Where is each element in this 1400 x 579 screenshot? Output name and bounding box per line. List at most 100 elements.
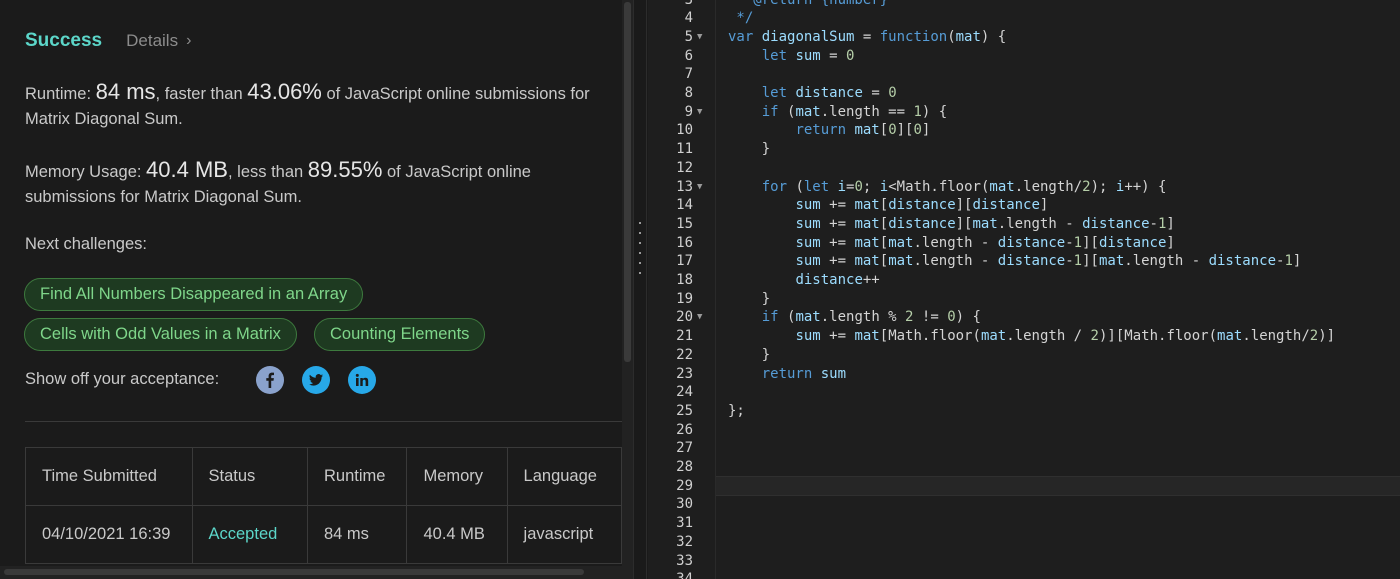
linkedin-icon[interactable] — [348, 366, 376, 394]
line-number: 13 — [676, 178, 693, 195]
cell-status-accepted[interactable]: Accepted — [191, 505, 308, 564]
status-line: Success Details › — [25, 30, 191, 52]
code-line[interactable]: } — [728, 290, 770, 309]
code-line[interactable]: } — [728, 140, 770, 159]
header-memory[interactable]: Memory — [406, 447, 508, 506]
runtime-value: 84 ms — [95, 79, 156, 104]
status-success: Success — [25, 30, 103, 51]
line-number: 29 — [676, 477, 693, 494]
cell-time-submitted: 04/10/2021 16:39 — [25, 505, 193, 564]
fold-arrow-icon[interactable]: ▼ — [697, 178, 702, 197]
line-number: 20 — [676, 309, 693, 326]
memory-mid: , less than — [227, 163, 308, 181]
twitter-icon[interactable] — [302, 366, 330, 394]
vertical-scrollbar[interactable] — [622, 0, 633, 579]
line-number-gutter: 345▼6789▼10111213▼14151617181920▼2122232… — [648, 0, 716, 579]
code-line[interactable]: }; — [728, 402, 745, 421]
line-number: 15 — [676, 215, 693, 232]
line-number: 9 — [684, 103, 693, 120]
line-number: 23 — [676, 365, 693, 382]
header-time-submitted[interactable]: Time Submitted — [25, 447, 193, 506]
details-link[interactable]: Details › — [126, 31, 191, 51]
code-line[interactable]: distance++ — [728, 271, 879, 290]
code-line[interactable]: for (let i=0; i<Math.floor(mat.length/2)… — [728, 178, 1167, 197]
submissions-table: Time Submitted Status Runtime Memory Lan… — [25, 447, 622, 564]
details-label: Details — [126, 31, 179, 50]
line-number: 25 — [676, 402, 693, 419]
header-status[interactable]: Status — [191, 447, 308, 506]
facebook-icon[interactable] — [256, 366, 284, 394]
table-row[interactable]: 04/10/2021 16:39 Accepted 84 ms 40.4 MB … — [25, 505, 622, 564]
code-line[interactable]: } — [728, 346, 770, 365]
line-number: 22 — [676, 346, 693, 363]
line-number: 12 — [676, 159, 693, 176]
code-editor[interactable]: 345▼6789▼10111213▼14151617181920▼2122232… — [648, 0, 1400, 579]
line-number: 24 — [676, 384, 693, 401]
memory-percentile: 89.55% — [307, 157, 383, 182]
line-number: 27 — [676, 440, 693, 457]
memory-value: 40.4 MB — [146, 157, 228, 182]
challenge-chip[interactable]: Find All Numbers Disappeared in an Array — [24, 278, 364, 311]
code-line[interactable]: let distance = 0 — [728, 84, 897, 103]
submission-result-panel: Success Details › Runtime: 84 ms, faster… — [0, 0, 622, 579]
line-number: 34 — [648, 570, 693, 579]
code-line[interactable]: sum += mat[distance][distance] — [728, 196, 1048, 215]
cell-runtime: 84 ms — [306, 505, 408, 564]
table-header-row: Time Submitted Status Runtime Memory Lan… — [25, 447, 622, 506]
code-line[interactable]: if (mat.length % 2 != 0) { — [728, 308, 981, 327]
code-line[interactable]: sum += mat[mat.length - distance-1][dist… — [728, 234, 1174, 253]
vertical-scrollbar-thumb[interactable] — [624, 2, 631, 362]
code-line[interactable]: * @return {number} — [728, 0, 888, 9]
code-line[interactable]: var diagonalSum = function(mat) { — [728, 28, 1006, 47]
line-number: 7 — [684, 66, 693, 83]
memory-stat: Memory Usage: 40.4 MB, less than 89.55% … — [25, 157, 615, 210]
code-line[interactable]: return mat[0][0] — [728, 121, 930, 140]
cell-language: javascript — [506, 505, 622, 564]
code-line[interactable]: */ — [728, 9, 753, 28]
line-number: 31 — [676, 515, 693, 532]
runtime-percentile: 43.06% — [247, 79, 322, 104]
line-number: 26 — [676, 421, 693, 438]
line-number: 16 — [676, 234, 693, 251]
code-line[interactable]: sum += mat[mat.length - distance-1][mat.… — [728, 252, 1301, 271]
code-line[interactable]: return sum — [728, 365, 846, 384]
line-number: 6 — [684, 47, 693, 64]
share-label: Show off your acceptance: — [25, 370, 220, 388]
line-number: 18 — [676, 272, 693, 288]
challenge-chip[interactable]: Counting Elements — [314, 318, 486, 351]
code-line[interactable]: sum += mat[distance][mat.length - distan… — [728, 215, 1174, 234]
line-number: 21 — [676, 328, 693, 345]
runtime-mid: , faster than — [155, 85, 248, 103]
line-number: 32 — [676, 533, 693, 550]
line-number: 28 — [676, 459, 693, 475]
code-line[interactable]: if (mat.length == 1) { — [728, 103, 947, 122]
runtime-prefix: Runtime: — [25, 85, 96, 103]
line-number: 3 — [648, 0, 693, 9]
header-language[interactable]: Language — [506, 447, 622, 506]
code-line[interactable]: sum += mat[Math.floor(mat.length / 2)][M… — [728, 327, 1335, 346]
line-number: 19 — [676, 290, 693, 307]
challenge-chip[interactable]: Cells with Odd Values in a Matrix — [24, 318, 297, 351]
drag-handle-icon — [639, 222, 642, 282]
line-number: 10 — [676, 122, 693, 139]
line-number: 17 — [676, 253, 693, 270]
memory-prefix: Memory Usage: — [25, 163, 147, 181]
fold-arrow-icon[interactable]: ▼ — [697, 103, 702, 122]
line-number: 8 — [684, 85, 693, 101]
code-line[interactable]: let sum = 0 — [728, 47, 855, 66]
line-number: 11 — [676, 141, 693, 158]
active-line-highlight — [716, 476, 1400, 496]
line-number: 14 — [676, 197, 693, 214]
chevron-right-icon: › — [186, 32, 192, 49]
divider — [25, 421, 622, 422]
horizontal-scrollbar-thumb[interactable] — [4, 569, 584, 575]
fold-arrow-icon[interactable]: ▼ — [697, 308, 702, 327]
header-runtime[interactable]: Runtime — [306, 447, 408, 506]
horizontal-scrollbar[interactable] — [0, 566, 622, 579]
panel-splitter[interactable] — [633, 0, 647, 579]
next-challenges-label: Next challenges: — [25, 235, 147, 253]
line-number: 5 — [684, 28, 693, 45]
runtime-stat: Runtime: 84 ms, faster than 43.06% of Ja… — [25, 79, 615, 132]
line-number: 33 — [676, 552, 693, 569]
fold-arrow-icon[interactable]: ▼ — [697, 28, 702, 47]
